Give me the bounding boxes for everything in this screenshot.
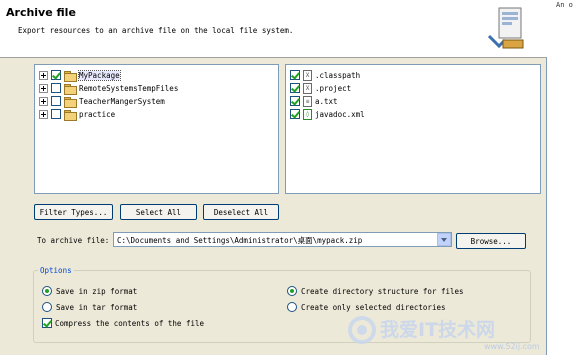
- options-legend: Options: [38, 266, 74, 275]
- expand-icon[interactable]: [39, 83, 48, 93]
- file-label: a.txt: [315, 96, 338, 106]
- create-dir-structure-radio[interactable]: Create directory structure for files: [287, 286, 464, 296]
- project-label: practice: [79, 109, 116, 119]
- site-watermark: 我爱IT技术网 www.52ij.com: [348, 316, 540, 351]
- radio-indicator[interactable]: [287, 286, 297, 296]
- deselect-all-button[interactable]: Deselect All: [203, 204, 279, 220]
- x-file-icon: X: [303, 82, 312, 94]
- archive-file-input[interactable]: C:\Documents and Settings\Administrator\…: [113, 232, 452, 247]
- radio-indicator[interactable]: [287, 302, 297, 312]
- file-item-project[interactable]: X .project: [290, 82, 351, 94]
- project-folder-icon: [64, 70, 77, 82]
- file-label: javadoc.xml: [315, 109, 365, 119]
- tree-item-teachermangersystem[interactable]: TeacherMangerSystem: [39, 95, 165, 108]
- xml-file-icon: ◊: [303, 108, 312, 120]
- radio-indicator[interactable]: [42, 286, 52, 296]
- tree-item-practice[interactable]: practice: [39, 108, 116, 121]
- project-label: MyPackage: [78, 69, 121, 81]
- save-tar-label: Save in tar format: [56, 302, 138, 312]
- tree-item-remotesystemstempfiles[interactable]: RemoteSystemsTempFiles: [39, 82, 179, 95]
- file-item-a-txt[interactable]: ≡ a.txt: [290, 95, 338, 107]
- select-all-button[interactable]: Select All: [120, 204, 197, 220]
- file-checkbox[interactable]: [290, 83, 300, 93]
- file-label: .classpath: [315, 70, 361, 80]
- page-description: Export resources to an archive file on t…: [18, 26, 294, 35]
- project-label: TeacherMangerSystem: [79, 96, 165, 106]
- project-folder-icon: [64, 109, 77, 121]
- file-item-javadoc-xml[interactable]: ◊ javadoc.xml: [290, 108, 365, 120]
- save-tar-radio[interactable]: Save in tar format: [42, 302, 137, 312]
- file-list[interactable]: X .classpath X .project ≡ a.txt ◊ javado…: [285, 64, 541, 194]
- file-label: .project: [315, 83, 352, 93]
- project-checkbox[interactable]: [51, 83, 61, 93]
- browse-button[interactable]: Browse...: [456, 233, 526, 249]
- background-window-text: An o: [556, 1, 573, 9]
- checkbox-indicator[interactable]: [42, 318, 52, 328]
- save-zip-radio[interactable]: Save in zip format: [42, 286, 137, 296]
- project-folder-icon: [64, 96, 77, 108]
- create-dir-structure-label: Create directory structure for files: [301, 286, 464, 296]
- radio-indicator[interactable]: [42, 302, 52, 312]
- project-tree[interactable]: MyPackage RemoteSystemsTempFiles Teacher…: [34, 64, 279, 194]
- archive-file-dialog: Archive file Export resources to an arch…: [0, 0, 547, 355]
- chevron-down-icon[interactable]: [437, 233, 451, 246]
- text-file-icon: ≡: [303, 95, 312, 107]
- page-title: Archive file: [6, 6, 76, 19]
- x-file-icon: X: [303, 69, 312, 81]
- filter-types-button[interactable]: Filter Types...: [34, 204, 113, 220]
- project-checkbox[interactable]: [51, 109, 61, 119]
- file-checkbox[interactable]: [290, 96, 300, 106]
- expand-icon[interactable]: [39, 96, 48, 106]
- compress-label: Compress the contents of the file: [55, 318, 205, 328]
- project-checkbox[interactable]: [51, 70, 61, 80]
- file-checkbox[interactable]: [290, 109, 300, 119]
- expand-icon[interactable]: [39, 109, 48, 119]
- tree-item-mypackage[interactable]: MyPackage: [39, 69, 121, 82]
- expand-icon[interactable]: [39, 70, 48, 80]
- wizard-banner: Archive file Export resources to an arch…: [0, 0, 547, 58]
- project-folder-icon: [64, 83, 77, 95]
- file-checkbox[interactable]: [290, 70, 300, 80]
- compress-checkbox[interactable]: Compress the contents of the file: [42, 318, 204, 328]
- archive-wizard-icon: [487, 7, 524, 49]
- project-label: RemoteSystemsTempFiles: [79, 83, 179, 93]
- save-zip-label: Save in zip format: [56, 286, 138, 296]
- watermark-text: 我爱IT技术网: [380, 318, 495, 341]
- archive-file-label: To archive file:: [37, 236, 110, 245]
- file-item-classpath[interactable]: X .classpath: [290, 69, 360, 81]
- watermark-url: www.52ij.com: [484, 342, 540, 351]
- project-checkbox[interactable]: [51, 96, 61, 106]
